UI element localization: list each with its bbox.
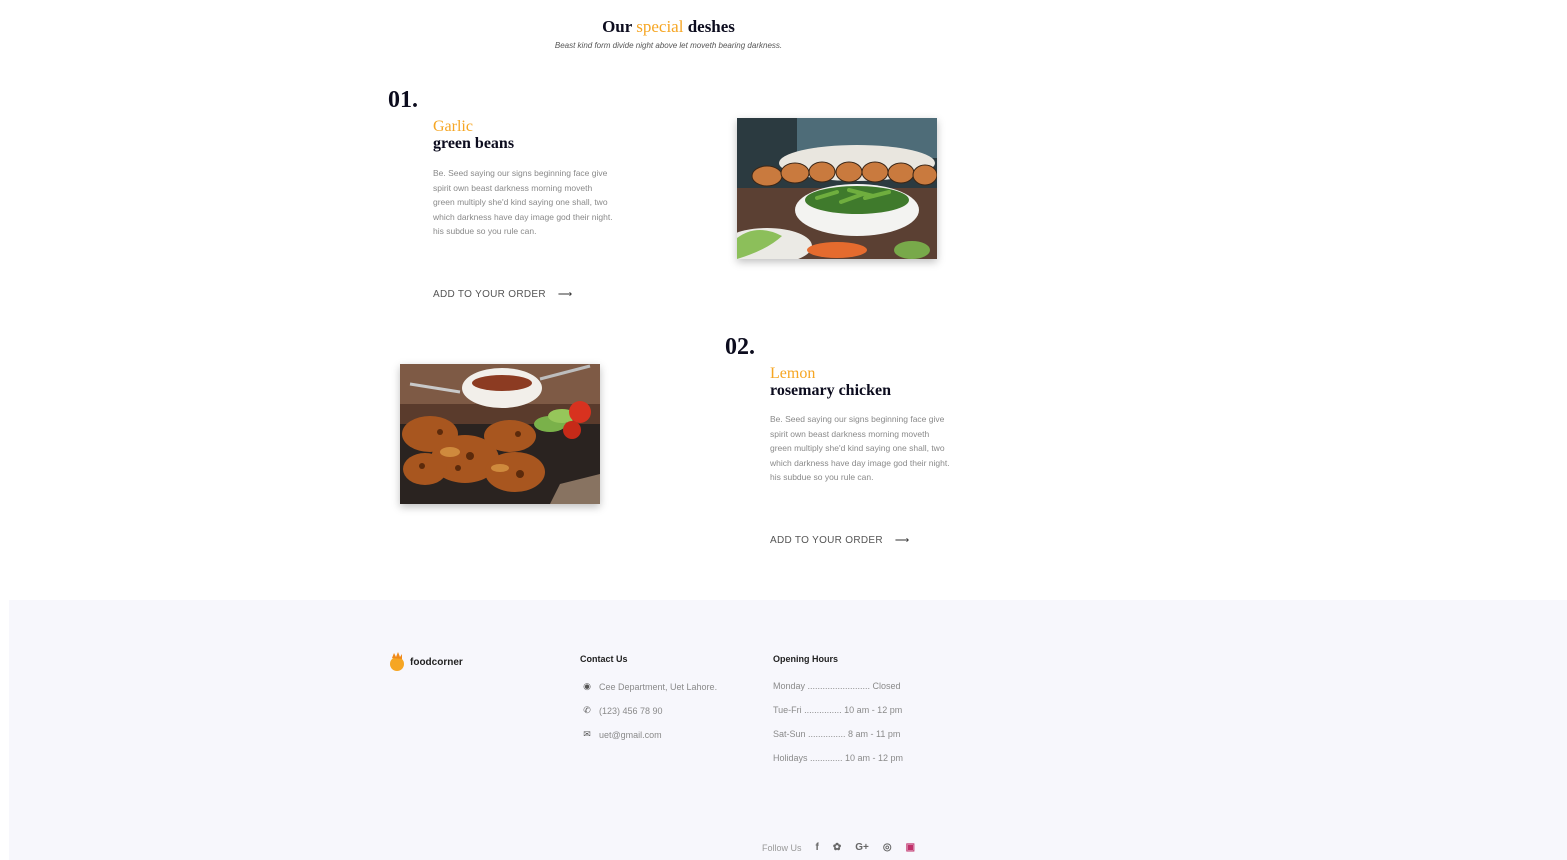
hours-row: Monday ......................... Closed [773, 681, 901, 691]
contact-email[interactable]: ✉ uet@gmail.com [580, 729, 662, 740]
hours-heading: Opening Hours [773, 654, 838, 664]
dish-number: 02. [725, 334, 755, 360]
brand-name: foodcorner [410, 656, 463, 668]
grilled-chicken-wings-photo [400, 364, 600, 504]
dish-name: green beans [433, 135, 515, 152]
arrow-right-icon: ⟶ [557, 289, 573, 300]
dribbble-icon[interactable]: ◎ [883, 842, 892, 853]
location-pin-icon: ◉ [583, 681, 591, 691]
follow-us: Follow Us f ✿ G+ ◎ ▣ [762, 842, 915, 853]
twitter-icon[interactable]: ✿ [833, 842, 841, 853]
mail-icon: ✉ [583, 729, 591, 739]
dish-name-accent: Lemon [770, 365, 816, 382]
dish-name-accent: Garlic [433, 118, 473, 135]
title-post: deshes [687, 17, 735, 36]
instagram-icon[interactable]: ▣ [906, 842, 915, 853]
brand-logo[interactable]: foodcorner [388, 652, 463, 672]
contact-heading: Contact Us [580, 654, 628, 664]
add-to-order-button[interactable]: ADD TO YOUR ORDER ⟶ [433, 289, 573, 300]
brand-logo-icon [388, 652, 406, 672]
section-title: Our special deshes [0, 17, 1337, 37]
email-text: uet@gmail.com [599, 729, 662, 740]
google-plus-icon[interactable]: G+ [855, 842, 869, 853]
hours-row: Sat-Sun ............... 8 am - 11 pm [773, 729, 901, 739]
follow-label: Follow Us [762, 842, 802, 853]
contact-address: ◉ Cee Department, Uet Lahore. [580, 681, 717, 692]
contact-phone[interactable]: ✆ (123) 456 78 90 [580, 705, 663, 716]
title-pre: Our [602, 17, 632, 36]
sushi-and-green-beans-photo [737, 118, 937, 259]
title-accent: special [636, 17, 684, 36]
address-text: Cee Department, Uet Lahore. [599, 681, 718, 692]
add-to-order-button[interactable]: ADD TO YOUR ORDER ⟶ [770, 535, 910, 546]
phone-icon: ✆ [583, 705, 591, 715]
dish-number: 01. [388, 87, 418, 113]
phone-text: (123) 456 78 90 [599, 705, 663, 716]
arrow-right-icon: ⟶ [894, 535, 910, 546]
dish-name: rosemary chicken [770, 382, 892, 399]
add-to-order-label: ADD TO YOUR ORDER [433, 289, 546, 300]
footer: foodcorner Contact Us ◉ Cee Department, … [9, 600, 1567, 860]
section-subtitle: Beast kind form divide night above let m… [554, 41, 783, 50]
dish-description: Be. Seed saying our signs beginning face… [433, 168, 613, 237]
hours-row: Holidays ............. 10 am - 12 pm [773, 753, 904, 763]
dish-description: Be. Seed saying our signs beginning face… [770, 414, 950, 483]
facebook-icon[interactable]: f [816, 842, 819, 853]
hours-row: Tue-Fri ............... 10 am - 12 pm [773, 705, 903, 715]
add-to-order-label: ADD TO YOUR ORDER [770, 535, 883, 546]
